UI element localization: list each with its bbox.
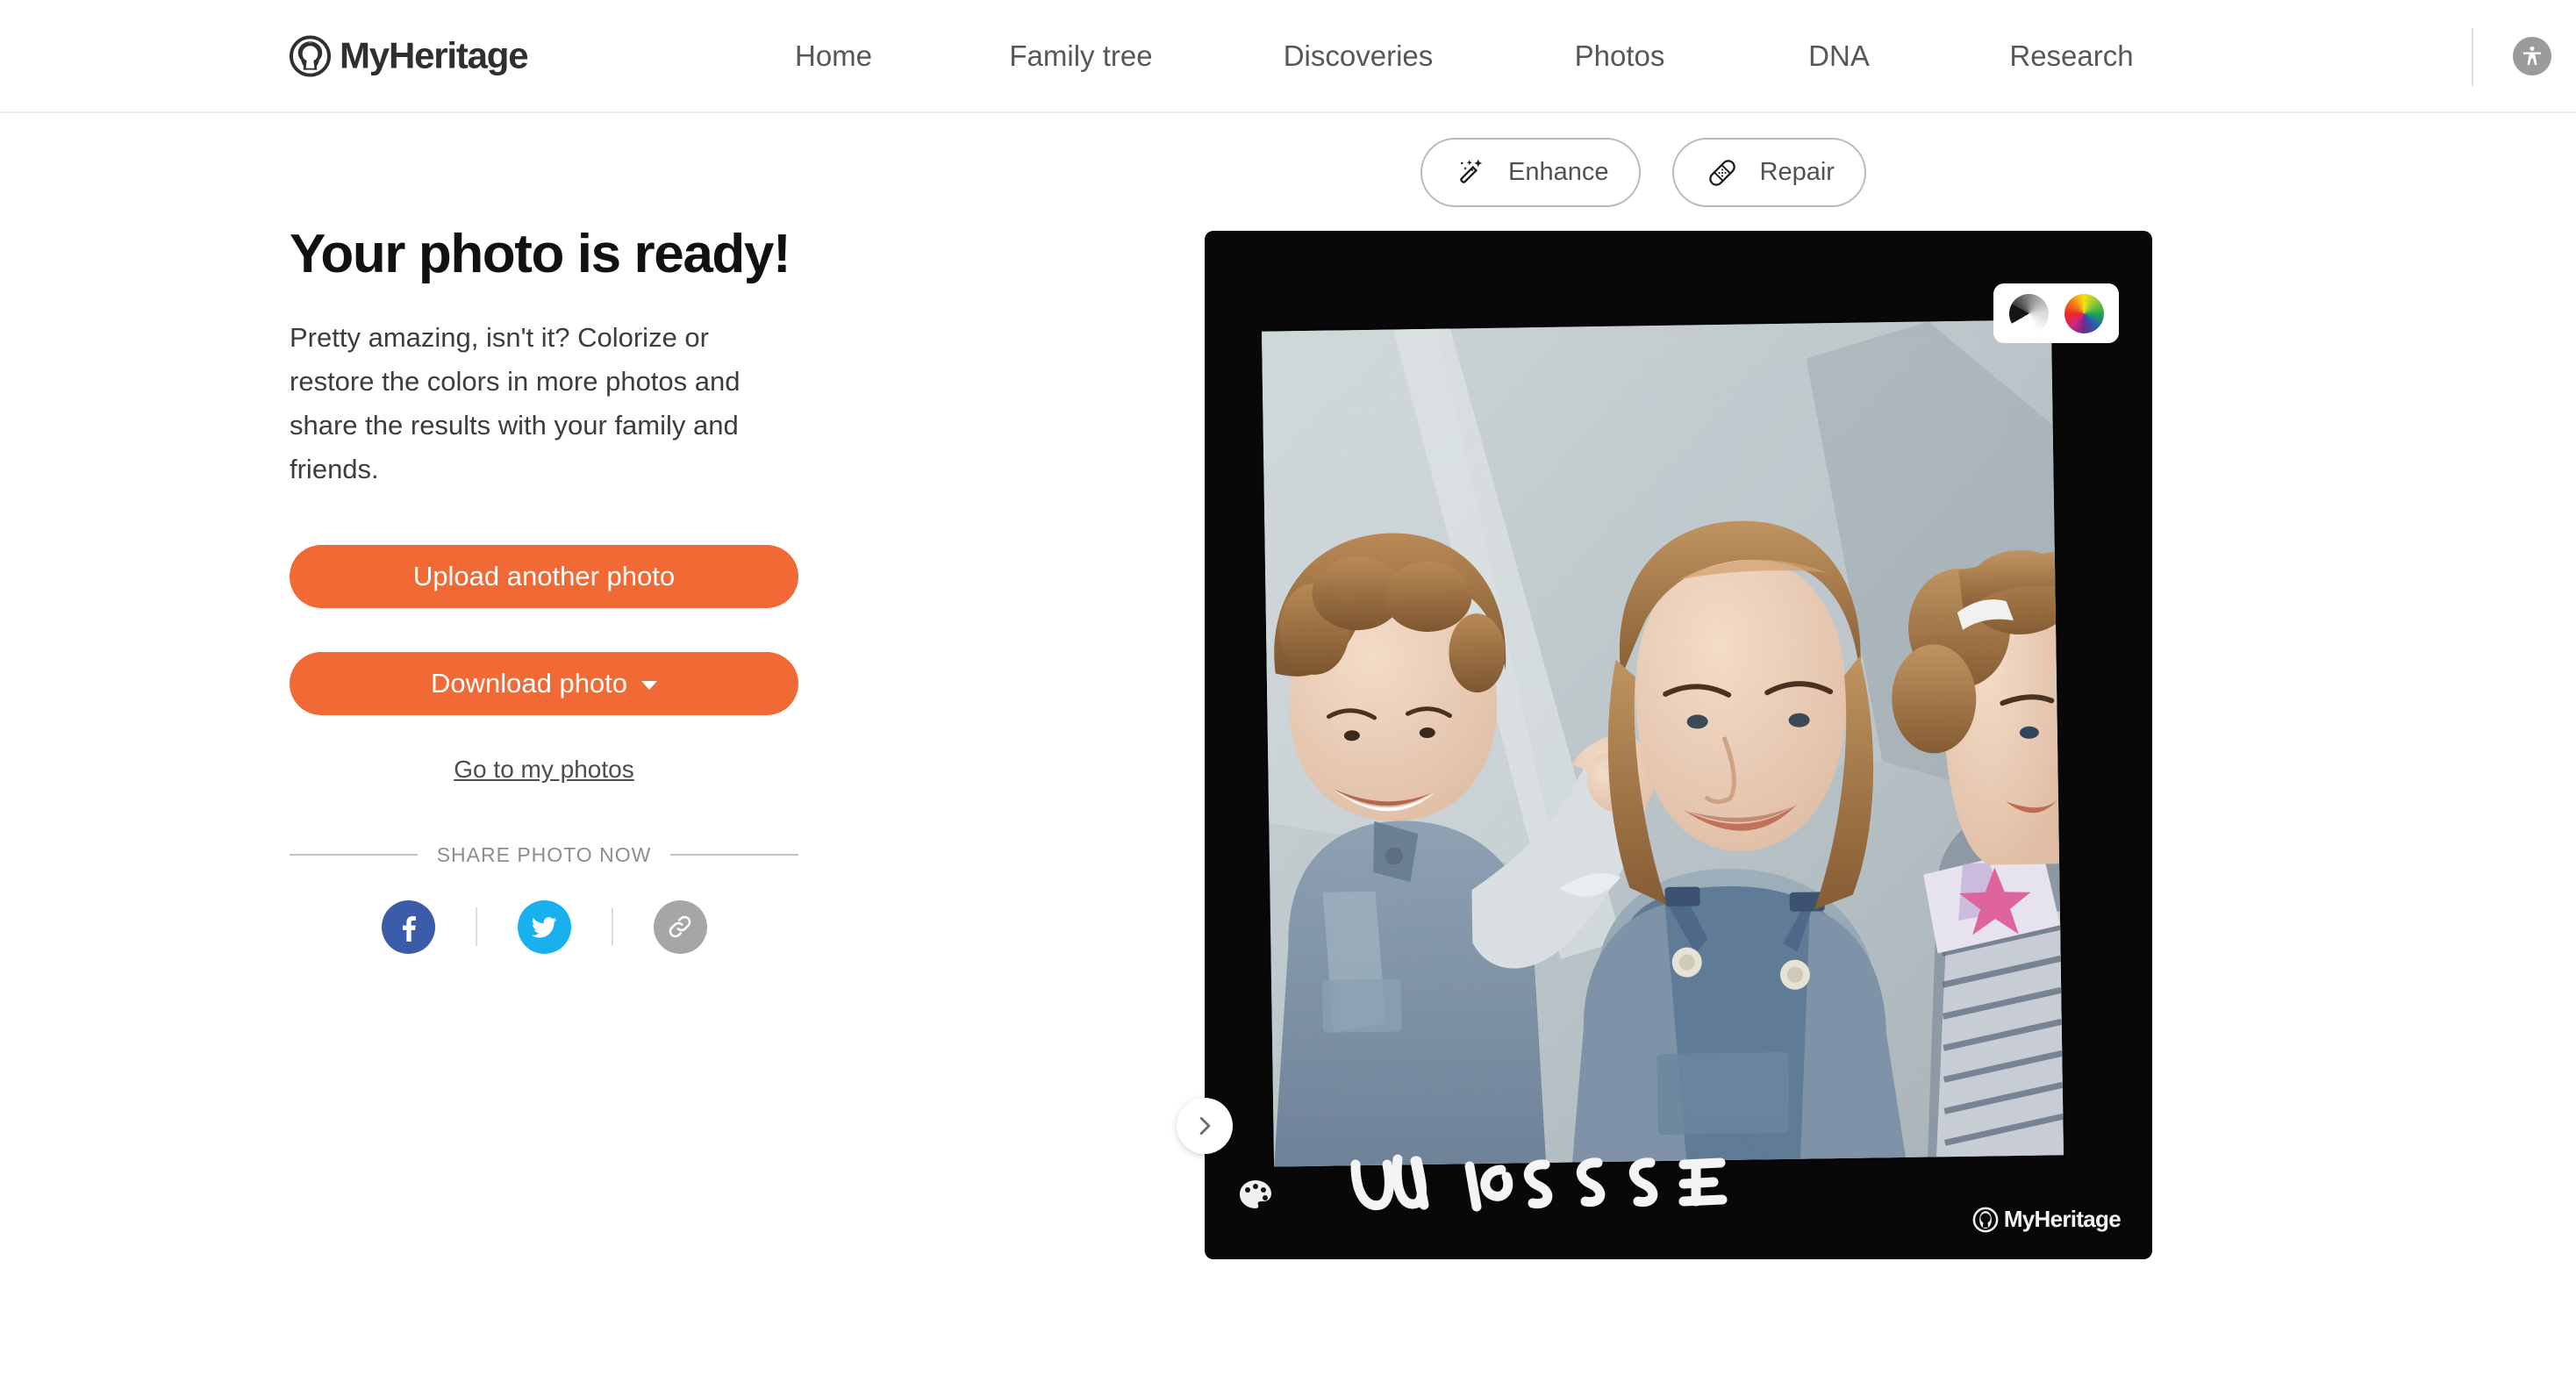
chevron-down-icon [641, 680, 658, 690]
watermark-text: MyHeritage [2003, 1206, 2122, 1232]
site-header: MyHeritage Home Family tree Discoveries … [0, 0, 2576, 113]
next-photo-button[interactable] [1177, 1098, 1233, 1154]
share-separator-2 [611, 907, 613, 947]
go-to-my-photos-link[interactable]: Go to my photos [290, 756, 798, 784]
chevron-right-icon [1199, 1116, 1211, 1136]
page-subcopy: Pretty amazing, isn't it? Colorize or re… [290, 321, 741, 485]
enhance-label: Enhance [1508, 158, 1609, 186]
facebook-icon [403, 916, 416, 942]
share-separator-1 [475, 907, 477, 947]
main-navigation: Home Family tree Discoveries Photos DNA … [737, 39, 2172, 73]
accessibility-button[interactable] [2513, 36, 2551, 75]
photo-image [1261, 319, 2064, 1167]
share-twitter-button[interactable] [517, 899, 571, 954]
upload-another-photo-button[interactable]: Upload another photo [290, 544, 798, 608]
divider-line-right [670, 854, 799, 856]
repair-button[interactable]: Repair [1671, 138, 1866, 207]
myheritage-watermark: MyHeritage [1972, 1206, 2122, 1233]
header-divider [2472, 28, 2473, 86]
share-label: SHARE PHOTO NOW [436, 842, 652, 866]
magic-wand-icon [1460, 159, 1483, 183]
nav-item-home[interactable]: Home [737, 39, 930, 73]
share-buttons-row [290, 899, 798, 954]
upload-button-wrap: Upload another photo [290, 544, 798, 608]
page-title: Your photo is ready! [290, 224, 791, 284]
upload-button-label: Upload another photo [412, 560, 676, 591]
accessibility-icon [2523, 46, 2541, 65]
result-photo [1261, 319, 2064, 1167]
share-divider: SHARE PHOTO NOW [290, 842, 799, 867]
logo-text: MyHeritage [340, 34, 529, 76]
nav-item-research[interactable]: Research [1971, 39, 2172, 73]
link-icon [669, 915, 691, 938]
watermark-tree-icon [1972, 1207, 1999, 1232]
copy-link-button[interactable] [653, 899, 707, 954]
repair-label: Repair [1759, 158, 1835, 186]
nav-item-photos[interactable]: Photos [1523, 39, 1716, 73]
bandage-icon [1708, 159, 1735, 186]
myheritage-tree-logo-icon [290, 35, 331, 76]
grayscale-wheel-icon[interactable] [2008, 293, 2049, 333]
download-button-wrap: Download photo [290, 651, 798, 715]
download-button-label: Download photo [430, 667, 628, 699]
color-mode-toggle[interactable] [1993, 283, 2119, 343]
color-wheel-icon[interactable] [2064, 293, 2104, 333]
nav-item-dna[interactable]: DNA [1760, 39, 1918, 73]
share-facebook-button[interactable] [381, 899, 435, 954]
download-photo-button[interactable]: Download photo [290, 651, 798, 715]
enhance-button[interactable]: Enhance [1420, 138, 1641, 207]
divider-line-left [290, 854, 418, 856]
twitter-icon [531, 917, 557, 938]
palette-icon [1240, 1180, 1271, 1208]
photo-frame: MyHeritage [1205, 231, 2152, 1259]
myheritage-logo[interactable]: MyHeritage [290, 34, 529, 76]
photo-tools-row: Enhance Repair [1420, 138, 1866, 207]
photo-stage: MyHeritage [1177, 231, 2152, 1259]
result-panel: Your photo is ready! Pretty amazing, isn… [290, 224, 799, 954]
nav-item-family-tree[interactable]: Family tree [967, 39, 1195, 73]
nav-item-discoveries[interactable]: Discoveries [1244, 39, 1472, 73]
